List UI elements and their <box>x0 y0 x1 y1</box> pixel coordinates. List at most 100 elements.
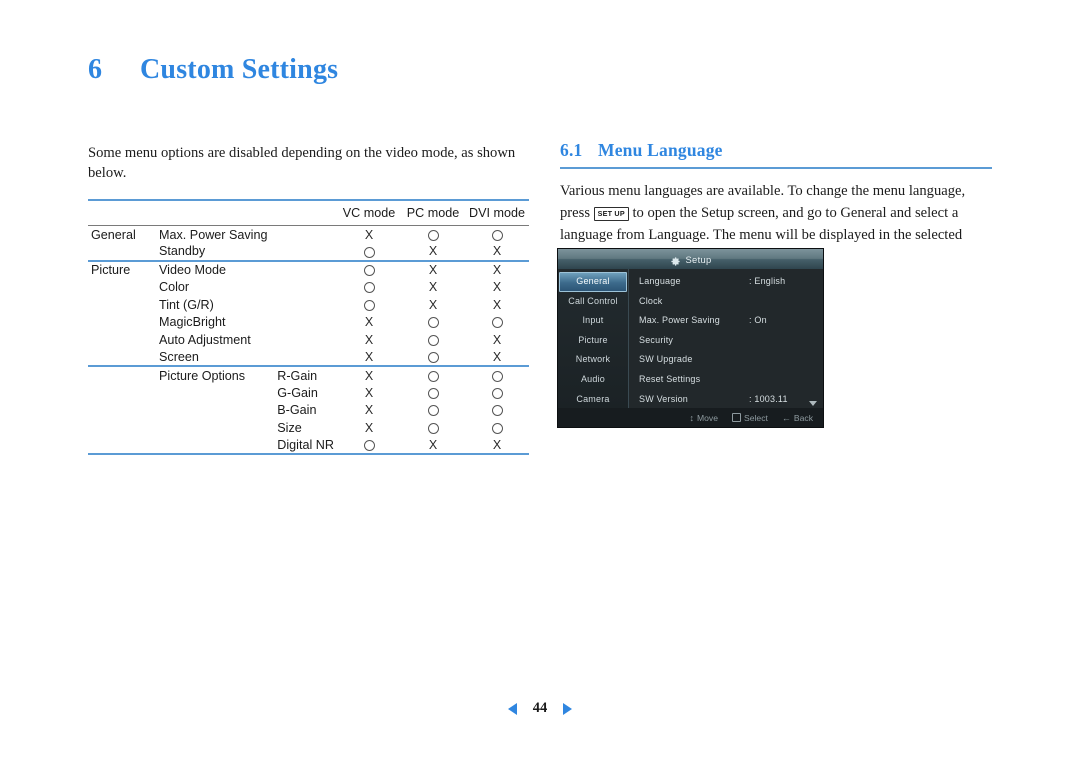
osd-nav-item-picture[interactable]: Picture <box>558 331 628 351</box>
osd-menu-row[interactable]: Max. Power Saving : On <box>629 311 823 331</box>
osd-menu-row[interactable]: SW Version: 1003.11 <box>629 390 823 410</box>
row-option-label: Picture Options <box>159 368 246 383</box>
osd-nav-item-general[interactable]: General <box>559 272 627 292</box>
osd-menu-row[interactable]: Security <box>629 331 823 351</box>
vc-circle-icon <box>363 440 375 452</box>
cell-dvi-mode: X <box>465 243 529 261</box>
cell-dvi-mode: X <box>465 278 529 296</box>
osd-nav-item-call-control[interactable]: Call Control <box>558 292 628 312</box>
osd-status-select: Select <box>732 413 768 423</box>
table-row: General Max. Power Saving X <box>88 225 529 244</box>
dvi-x-icon: X <box>492 297 502 312</box>
table-row: Digital NR X X <box>88 437 529 455</box>
row-group-label <box>88 331 153 349</box>
cell-pc-mode <box>401 384 465 402</box>
cell-vc-mode <box>337 261 401 279</box>
osd-row-label: Language <box>639 276 681 286</box>
pc-circle-icon <box>427 335 439 347</box>
row-suboption-label <box>273 226 337 244</box>
page-footer: 44 <box>0 700 1080 717</box>
vc-x-icon: X <box>364 403 374 418</box>
column-header-0: VC mode <box>342 206 396 220</box>
osd-nav-item-audio[interactable]: Audio <box>558 370 628 390</box>
row-group-label <box>88 243 153 261</box>
chapter-number: 6 <box>88 54 103 85</box>
vc-x-icon: X <box>364 332 374 347</box>
row-group-label <box>88 437 153 455</box>
osd-menu-row[interactable]: SW Upgrade <box>629 350 823 370</box>
cell-dvi-mode: X <box>465 261 529 279</box>
cell-vc-mode <box>337 296 401 314</box>
osd-row-label: Max. Power Saving <box>639 315 720 326</box>
cell-pc-mode <box>401 419 465 437</box>
cell-dvi-mode <box>465 226 529 244</box>
select-button-icon <box>732 413 741 422</box>
cell-vc-mode <box>337 243 401 261</box>
vc-x-icon: X <box>364 368 374 383</box>
row-suboption-label <box>273 349 337 367</box>
left-column: Some menu options are disabled depending… <box>88 143 534 472</box>
osd-row-label: Security <box>639 334 674 345</box>
cell-vc-mode: X <box>337 313 401 331</box>
row-group-label <box>88 366 153 384</box>
osd-nav-item-camera[interactable]: Camera <box>558 390 628 410</box>
cell-dvi-mode <box>465 366 529 384</box>
row-option-label: Tint (G/R) <box>159 297 214 312</box>
previous-page-icon[interactable] <box>507 702 517 715</box>
row-option-label: Max. Power Saving <box>159 227 268 242</box>
move-updown-icon <box>689 413 694 423</box>
row-option-label: Standby <box>159 244 206 259</box>
osd-nav-item-network[interactable]: Network <box>558 350 628 370</box>
osd-menu-row[interactable]: Reset Settings <box>629 370 823 390</box>
osd-menu-row[interactable]: Clock <box>629 292 823 312</box>
dvi-circle-icon <box>491 370 503 382</box>
row-suboption-label <box>273 296 337 314</box>
row-suboption-label: Digital NR <box>277 437 334 452</box>
dvi-circle-icon <box>491 229 503 241</box>
pc-circle-icon <box>427 370 439 382</box>
osd-title-text: Setup <box>685 253 712 265</box>
cell-pc-mode: X <box>401 296 465 314</box>
row-suboption-label <box>273 278 337 296</box>
gear-icon <box>670 254 681 266</box>
cell-dvi-mode <box>465 419 529 437</box>
pc-circle-icon <box>427 387 439 399</box>
osd-status-back: Back <box>782 413 813 423</box>
row-option-label: Auto Adjustment <box>159 332 251 347</box>
osd-menu-row[interactable]: Language: English <box>629 272 823 292</box>
cell-dvi-mode <box>465 313 529 331</box>
cell-vc-mode <box>337 437 401 455</box>
table-row: Size X <box>88 419 529 437</box>
row-suboption-label: R-Gain <box>277 368 318 383</box>
row-suboption-label: Size <box>277 420 302 435</box>
osd-nav-item-input[interactable]: Input <box>558 311 628 331</box>
cell-vc-mode: X <box>337 384 401 402</box>
dvi-x-icon: X <box>492 349 502 364</box>
section-title: Menu Language <box>598 140 723 160</box>
row-suboption-label <box>273 243 337 261</box>
row-group-label <box>88 278 153 296</box>
osd-body: General Call Control Input Picture Network Au… <box>558 269 823 408</box>
section-number: 6.1 <box>560 140 583 160</box>
chevron-down-icon[interactable] <box>809 401 817 406</box>
section-heading: 6.1 Menu Language <box>560 140 992 161</box>
header-blank-sub <box>273 200 337 226</box>
dvi-circle-icon <box>491 405 503 417</box>
header-blank-option <box>153 200 273 226</box>
table-row: Tint (G/R) X X <box>88 296 529 314</box>
cell-dvi-mode: X <box>465 296 529 314</box>
row-option-label <box>153 401 273 419</box>
pc-x-icon: X <box>428 280 438 295</box>
row-group-label <box>88 384 153 402</box>
cell-vc-mode <box>337 278 401 296</box>
table-row: B-Gain X <box>88 401 529 419</box>
cell-pc-mode <box>401 366 465 384</box>
pc-circle-icon <box>427 352 439 364</box>
pc-circle-icon <box>427 229 439 241</box>
table-row: Auto Adjustment X X <box>88 331 529 349</box>
osd-row-value: : On <box>749 315 767 326</box>
osd-row-value: : 1003.11 <box>749 393 788 404</box>
next-page-icon[interactable] <box>563 702 573 715</box>
row-suboption-label <box>273 331 337 349</box>
cell-pc-mode <box>401 349 465 367</box>
